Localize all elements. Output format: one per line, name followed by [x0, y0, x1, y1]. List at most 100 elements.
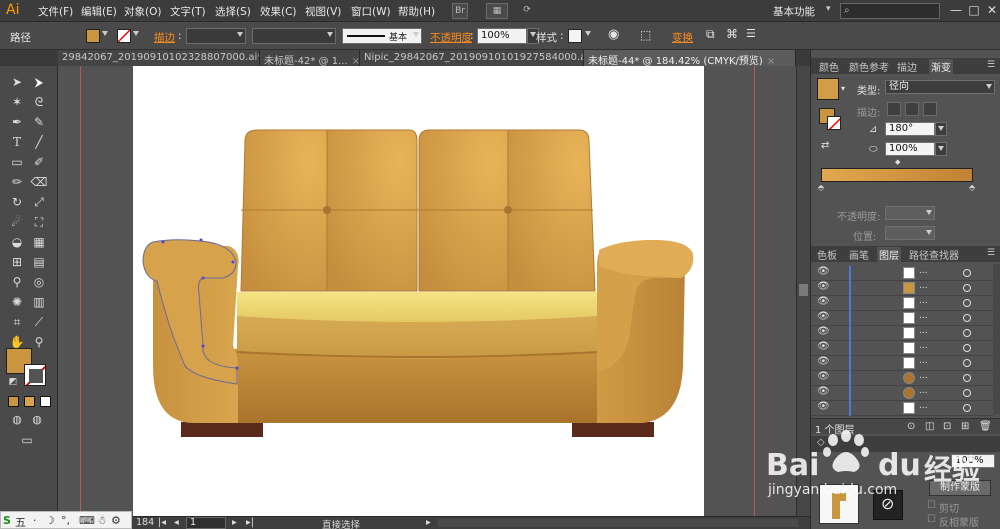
style-dropdown[interactable]	[583, 28, 593, 44]
brush-definition[interactable]: 基本	[342, 28, 422, 44]
visibility-eye-icon[interactable]: 👁	[817, 386, 830, 397]
gradient-stop-left-icon[interactable]: ⬘	[818, 183, 824, 192]
tab-color-guide[interactable]: 颜色参考	[849, 59, 889, 74]
menu-select[interactable]: 选择(S)	[215, 4, 251, 19]
tab-layers[interactable]: 图层	[877, 247, 901, 262]
settings-icon[interactable]: ⚙	[111, 514, 121, 527]
punctuation-icon[interactable]: ·	[33, 514, 37, 527]
none-mode-button[interactable]	[40, 396, 51, 407]
layer-row[interactable]: 👁...	[811, 326, 993, 341]
layer-row[interactable]: 👁...	[811, 356, 993, 371]
gradient-slider[interactable]	[821, 168, 973, 182]
tab-pathfinder[interactable]: 路径查找器	[909, 247, 959, 262]
layer-row[interactable]: 👁...	[811, 296, 993, 311]
envelope-icon[interactable]: ⌘	[726, 27, 738, 41]
opacity-input[interactable]: 100%	[477, 28, 527, 44]
last-page-icon[interactable]: ▸|	[246, 517, 254, 528]
perspective-grid-tool-icon[interactable]: ▦	[30, 234, 48, 250]
gradient-stroke-box[interactable]	[827, 116, 841, 130]
stroke-weight-input[interactable]	[186, 28, 246, 44]
draw-behind-icon[interactable]: ◍	[28, 412, 46, 428]
document-tab-active[interactable]: 未标题-44* @ 184.42% (CMYK/预览) ×	[584, 50, 796, 66]
align-icon[interactable]: ⬚	[640, 28, 651, 42]
layer-row[interactable]: 👁...	[811, 281, 993, 296]
color-mode-button[interactable]	[8, 396, 19, 407]
layer-row[interactable]: 👁...	[811, 341, 993, 356]
minimize-button[interactable]: —	[948, 2, 964, 18]
free-transform-tool-icon[interactable]: ⛶	[30, 214, 48, 230]
gradient-preview-swatch[interactable]	[817, 78, 839, 100]
layer-target-icon[interactable]	[963, 314, 971, 322]
menu-effect[interactable]: 效果(C)	[260, 4, 297, 19]
menu-view[interactable]: 视图(V)	[305, 4, 341, 19]
recolor-artwork-icon[interactable]: ◉	[608, 27, 619, 42]
visibility-eye-icon[interactable]: 👁	[817, 371, 830, 382]
ime-mode-label[interactable]: 五	[15, 514, 26, 529]
gradient-preview-dropdown-icon[interactable]: ▾	[841, 84, 845, 93]
document-tab-2[interactable]: 未标题-42* @ 1... ×	[260, 50, 360, 66]
layer-row[interactable]: 👁...	[811, 266, 993, 281]
layer-row[interactable]: 👁...	[811, 311, 993, 326]
eyedropper-tool-icon[interactable]: ⚲	[8, 274, 26, 290]
column-graph-tool-icon[interactable]: ▥	[30, 294, 48, 310]
menu-window[interactable]: 窗口(W)	[351, 4, 391, 19]
layer-target-icon[interactable]	[963, 344, 971, 352]
transparency-opacity-input[interactable]: 100%	[951, 454, 995, 468]
workspace-switcher[interactable]: 基本功能	[773, 4, 815, 19]
stroke-dropdown[interactable]	[131, 28, 141, 44]
close-window-button[interactable]: ✕	[984, 2, 1000, 18]
direct-selection-tool-icon[interactable]: ⮞	[30, 74, 48, 90]
close-icon[interactable]: ×	[352, 56, 359, 66]
layer-target-icon[interactable]	[963, 404, 971, 412]
artboard[interactable]	[133, 66, 704, 516]
stroke-swatch[interactable]	[117, 29, 131, 43]
artboard-tool-icon[interactable]: ⌗	[8, 314, 26, 330]
page-number-input[interactable]: 1	[186, 517, 226, 529]
pencil-tool-icon[interactable]: ✏	[8, 174, 26, 190]
next-page-icon[interactable]: ▸	[232, 517, 237, 528]
magic-wand-tool-icon[interactable]: ✶	[8, 94, 26, 110]
status-menu-icon[interactable]: ▸	[426, 517, 431, 528]
document-tab-3[interactable]: Nipic_29842067_20190910101927584000.ai*×	[360, 50, 584, 66]
reverse-gradient-icon[interactable]: ⇄	[821, 140, 829, 151]
moon-icon[interactable]: ☽	[45, 514, 55, 527]
previous-page-icon[interactable]: ◂	[174, 517, 179, 528]
gpu-performance-icon[interactable]: ⟳	[518, 3, 536, 19]
rotate-tool-icon[interactable]: ↻	[8, 194, 26, 210]
rectangle-tool-icon[interactable]: ▭	[8, 154, 26, 170]
stop-opacity-input[interactable]	[885, 206, 935, 220]
visibility-eye-icon[interactable]: 👁	[817, 401, 830, 412]
tab-transparency[interactable]: ◇	[817, 437, 825, 448]
invert-mask-checkbox[interactable]: ☐	[927, 514, 936, 525]
layer-row[interactable]: 👁...	[811, 401, 993, 416]
tab-stroke[interactable]: 描边	[897, 59, 917, 74]
fill-dropdown[interactable]	[100, 28, 110, 44]
stroke-color-box[interactable]	[24, 364, 46, 386]
visibility-eye-icon[interactable]: 👁	[817, 266, 830, 277]
gradient-aspect-dropdown[interactable]	[935, 142, 947, 156]
punctuation-toggle-icon[interactable]: °,	[61, 514, 70, 527]
clip-checkbox[interactable]: ☐	[927, 500, 936, 511]
vertical-scrollbar[interactable]	[796, 66, 810, 516]
arrange-documents-icon[interactable]: ▦	[486, 3, 508, 19]
gradient-stop-right-icon[interactable]: ⬘	[969, 183, 975, 192]
object-thumbnail[interactable]	[819, 484, 859, 524]
bridge-button[interactable]: Br	[452, 3, 468, 19]
gradient-angle-input[interactable]: 180°	[885, 122, 935, 136]
visibility-eye-icon[interactable]: 👁	[817, 356, 830, 367]
symbol-sprayer-tool-icon[interactable]: ✺	[8, 294, 26, 310]
layer-target-icon[interactable]	[963, 329, 971, 337]
opacity-label[interactable]: 不透明度	[430, 30, 472, 45]
gradient-aspect-input[interactable]: 100%	[885, 142, 935, 156]
default-colors-icon[interactable]: ◩	[4, 374, 22, 390]
stop-location-input[interactable]	[885, 226, 935, 240]
skin-icon[interactable]: ☃	[97, 514, 107, 527]
stroke-gradient-across-icon[interactable]	[923, 102, 937, 116]
gradient-mode-button[interactable]	[24, 396, 35, 407]
layer-row[interactable]: 👁...	[811, 386, 993, 401]
help-search-input[interactable]: ⌕	[840, 3, 940, 19]
layer-target-icon[interactable]	[963, 359, 971, 367]
menu-edit[interactable]: 编辑(E)	[81, 4, 117, 19]
panel-menu-icon[interactable]: ☰	[746, 27, 756, 40]
sofa-illustration[interactable]	[133, 66, 704, 516]
